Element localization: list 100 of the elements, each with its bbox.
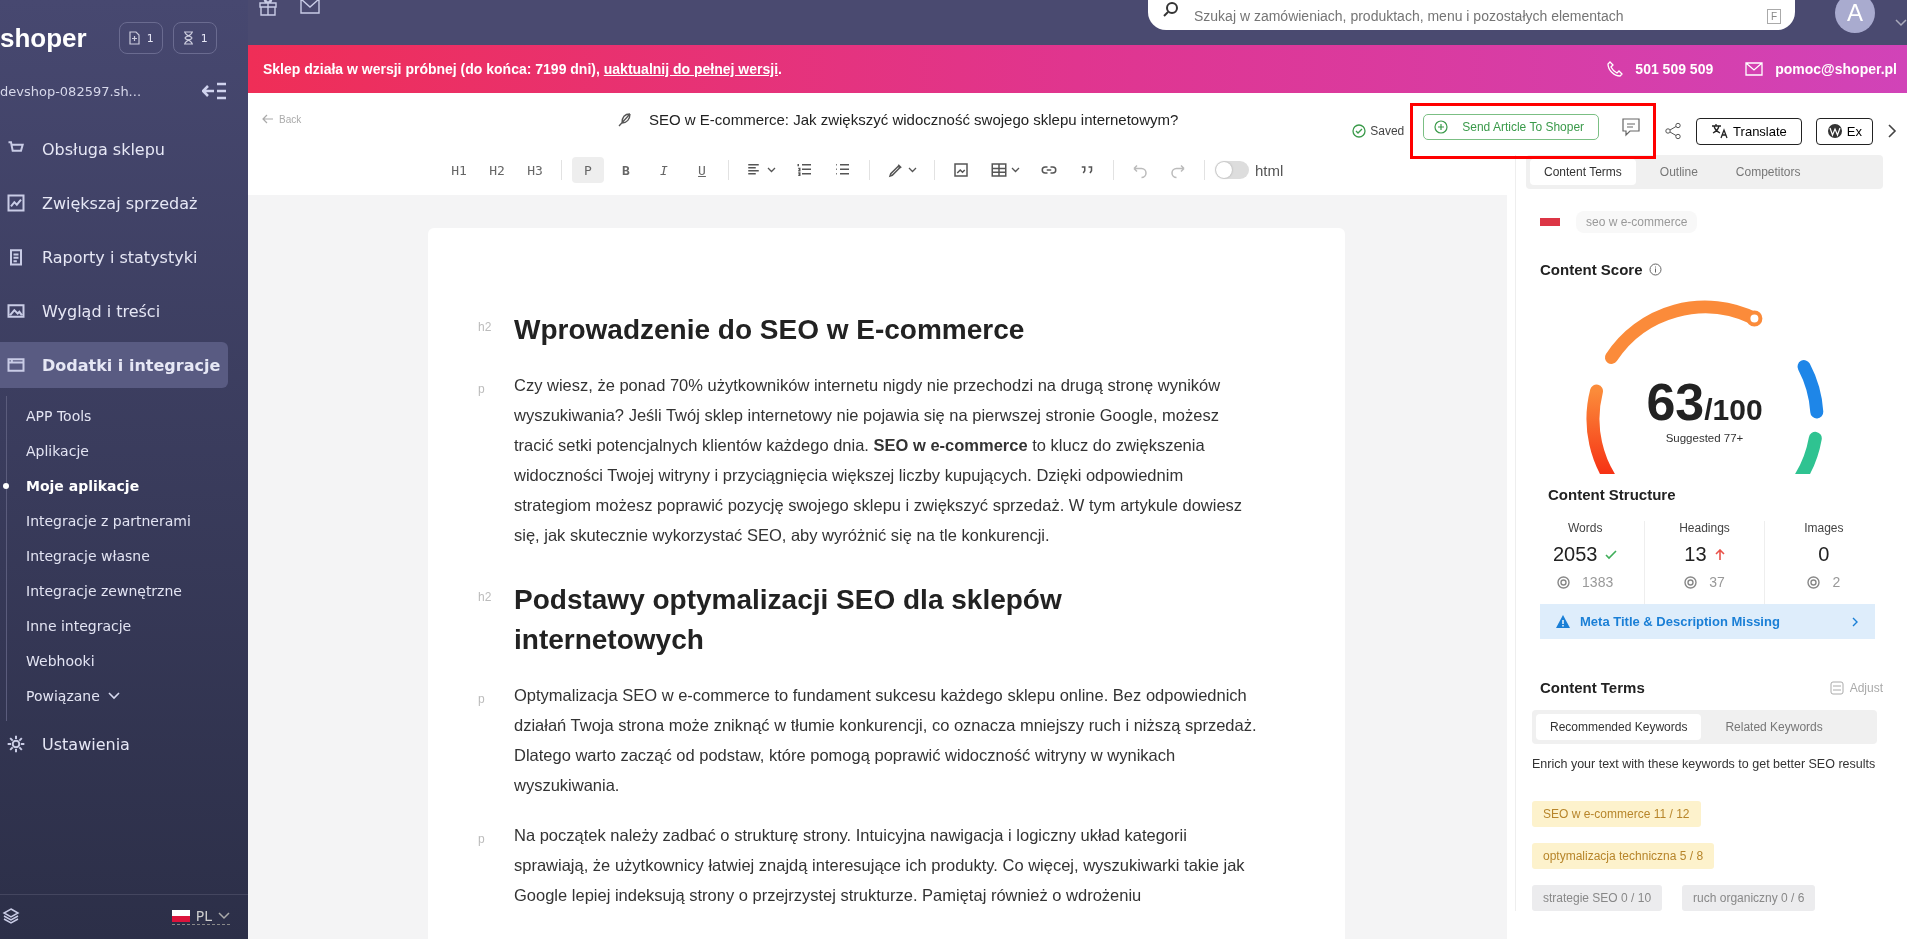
check-icon — [1605, 549, 1618, 560]
chevron-right-icon — [1852, 616, 1859, 627]
chevron-down-icon[interactable] — [1895, 18, 1907, 27]
format-button[interactable]: H1 — [443, 157, 475, 183]
image-icon — [6, 301, 26, 321]
gift-icon[interactable] — [258, 0, 278, 16]
phone-number[interactable]: 501 509 509 — [1635, 61, 1714, 77]
comment-icon[interactable] — [1621, 117, 1642, 137]
section-title: Content Score — [1540, 261, 1643, 278]
article-paragraph: Czy wiesz, że ponad 70% użytkowników internetu nigdy nie przechodzi na drugą stronę wyników wyszukiwania? Jeśli Twój sklep internetowy nie pojawia się na pierwszej stronie Google, możesz tracić setki potencjalnych klientów każdego dnia. SEO w e-commerce to klucz do zwiększenia widoczności Twojej witryny i przyciągnięcia większej liczby kupujących. Dzięki odpowiednim strategiom możesz poprawić pozycję swojego sklepu i zwiększyć sprzedaż. W tym artykule dowiesz się, jak skutecznie wykorzystać SEO, aby wyróżnić się na tle konkurencji. — [514, 375, 1244, 546]
block-tag: p — [478, 370, 494, 570]
feather-icon — [617, 111, 633, 127]
submenu-item[interactable]: Integracje własne — [7, 538, 248, 573]
chart-icon — [6, 193, 26, 213]
store-name[interactable]: devshop-082597.sh... — [0, 83, 142, 99]
section-title: Content Structure — [1548, 486, 1677, 503]
stat-label: Words — [1567, 521, 1603, 535]
block-tag: p — [478, 680, 494, 820]
plus-circle-icon — [1434, 120, 1449, 134]
format-button[interactable]: I — [648, 157, 680, 183]
search-bar[interactable]: Szukaj w zamówieniach, produktach, menu i pozostałych elementach F — [1148, 0, 1796, 30]
warning-text: Meta Title & Description Missing — [1580, 614, 1781, 629]
target-icon — [1807, 575, 1821, 589]
phone-icon — [1607, 61, 1624, 77]
keyword-tab[interactable]: Recommended Keywords — [1536, 714, 1702, 740]
info-icon[interactable] — [1648, 263, 1662, 276]
format-button[interactable]: H3 — [519, 157, 551, 183]
stat-label: Headings — [1679, 521, 1730, 535]
target-keyword: seo w e-commerce — [1576, 211, 1698, 233]
submenu-item[interactable]: Powiązane — [7, 678, 248, 713]
search-icon — [1162, 0, 1180, 19]
collapse-menu-icon[interactable] — [202, 81, 228, 101]
submenu-item[interactable]: Integracje z partnerami — [7, 503, 248, 538]
trial-notice: Sklep działa w wersji próbnej (do końca: 7199 dni), uaktualnij do pełnej wersji. — [263, 61, 783, 77]
sidebar-item[interactable]: Wygląd i treści — [0, 288, 228, 334]
html-label: html — [1255, 161, 1284, 179]
export-button[interactable]: Ex — [1815, 117, 1873, 145]
counter-badge[interactable]: 1 — [172, 22, 217, 54]
poland-flag-icon — [171, 909, 190, 922]
sidebar-item[interactable]: Zwiększaj sprzedaż — [0, 180, 228, 226]
format-button[interactable]: B — [610, 157, 642, 183]
warning-icon — [1556, 615, 1570, 628]
translate-button[interactable]: Translate — [1696, 117, 1802, 145]
warning-banner[interactable]: Meta Title & Description Missing — [1540, 604, 1875, 639]
article-title: SEO w E-commerce: Jak zwiększyć widoczność swojego sklepu internetowym? — [649, 110, 1179, 128]
sidebar-item[interactable]: Obsługa sklepu — [0, 126, 228, 172]
hourglass-icon — [181, 31, 195, 45]
shortcut-key: F — [1766, 9, 1782, 24]
check-circle-icon — [1352, 124, 1367, 138]
section-title: Content Terms — [1540, 679, 1645, 696]
submenu-item[interactable]: Webhooki — [7, 643, 248, 678]
submenu-item[interactable]: Inne integracje — [7, 608, 248, 643]
layers-icon[interactable] — [2, 907, 20, 925]
block-tag: h2 — [478, 570, 494, 680]
keyword-hint: Enrich your text with these keywords to get better SEO results — [1532, 756, 1877, 773]
format-button[interactable]: P — [572, 157, 604, 183]
send-article-button[interactable]: Send Article To Shoper — [1423, 114, 1600, 140]
shoper-logo[interactable]: shoper — [0, 22, 87, 54]
submenu-item[interactable]: APP Tools — [7, 398, 248, 433]
search-field[interactable]: Szukaj w zamówieniach, produktach, menu i pozostałych elementach — [1192, 0, 1755, 25]
arrow-left-icon — [262, 114, 274, 124]
poland-flag-icon — [1540, 218, 1560, 226]
submenu-item[interactable]: Moje aplikacje — [7, 468, 248, 503]
sidebar-item[interactable]: Dodatki i integracje — [0, 342, 228, 388]
panel-tab[interactable]: Content Terms — [1530, 159, 1636, 185]
chevron-right-icon[interactable] — [1887, 124, 1897, 138]
chevron-down-icon — [107, 691, 120, 700]
share-icon[interactable] — [1664, 122, 1683, 140]
stat-target: 2 — [1832, 574, 1841, 590]
stat-value: 2053 — [1552, 543, 1598, 566]
keyword-chip: ruch organiczny 0 / 6 — [1682, 885, 1816, 911]
panel-tab[interactable]: Competitors — [1721, 159, 1815, 185]
submenu-item[interactable]: Aplikacje — [7, 433, 248, 468]
sidebar-item[interactable]: Raporty i statystyki — [0, 234, 228, 280]
mail-icon[interactable] — [300, 0, 320, 14]
keyword-tab[interactable]: Related Keywords — [1711, 714, 1837, 740]
saved-status: Saved — [1370, 124, 1405, 138]
sidebar-item[interactable]: Ustawienia — [0, 721, 228, 767]
sliders-icon — [1829, 680, 1844, 695]
language-selector[interactable]: PL — [171, 907, 230, 925]
article-heading: Podstawy optymalizacji SEO dla sklepów internetowych — [514, 583, 1063, 657]
article-paragraph: Na początek należy zadbać o strukturę strony. Intuicyjna nawigacja i logiczny układ kategorii sprawiają, że użytkownicy łatwiej znajdą interesujące ich produkty. Co więcej, wyszukiwarki takie jak Google lepiej indeksują strony o przejrzystej strukturze. Pamiętaj również o wdrożeniu — [514, 825, 1246, 906]
stat-value: 13 — [1684, 543, 1707, 566]
format-button[interactable]: U — [686, 157, 718, 183]
window-icon — [6, 355, 26, 375]
suggested-score: Suggested 77+ — [1665, 432, 1744, 444]
counter-badge[interactable]: 1 — [118, 22, 163, 54]
support-email[interactable]: pomoc@shoper.pl — [1775, 61, 1897, 77]
keyword-chip: SEO w e-commerce 11 / 12 — [1532, 801, 1701, 827]
stat-target: 37 — [1709, 574, 1725, 590]
submenu-item[interactable]: Integracje zewnętrzne — [7, 573, 248, 608]
target-icon — [1684, 575, 1698, 589]
target-icon — [1557, 575, 1571, 589]
format-button[interactable]: H2 — [481, 157, 513, 183]
html-toggle[interactable] — [1215, 161, 1249, 179]
stat-value: 0 — [1818, 543, 1830, 566]
panel-tab[interactable]: Outline — [1645, 159, 1712, 185]
mail-icon — [1745, 62, 1764, 76]
circle-w-icon — [1826, 123, 1843, 139]
score-value: 63/100 — [1646, 372, 1763, 432]
